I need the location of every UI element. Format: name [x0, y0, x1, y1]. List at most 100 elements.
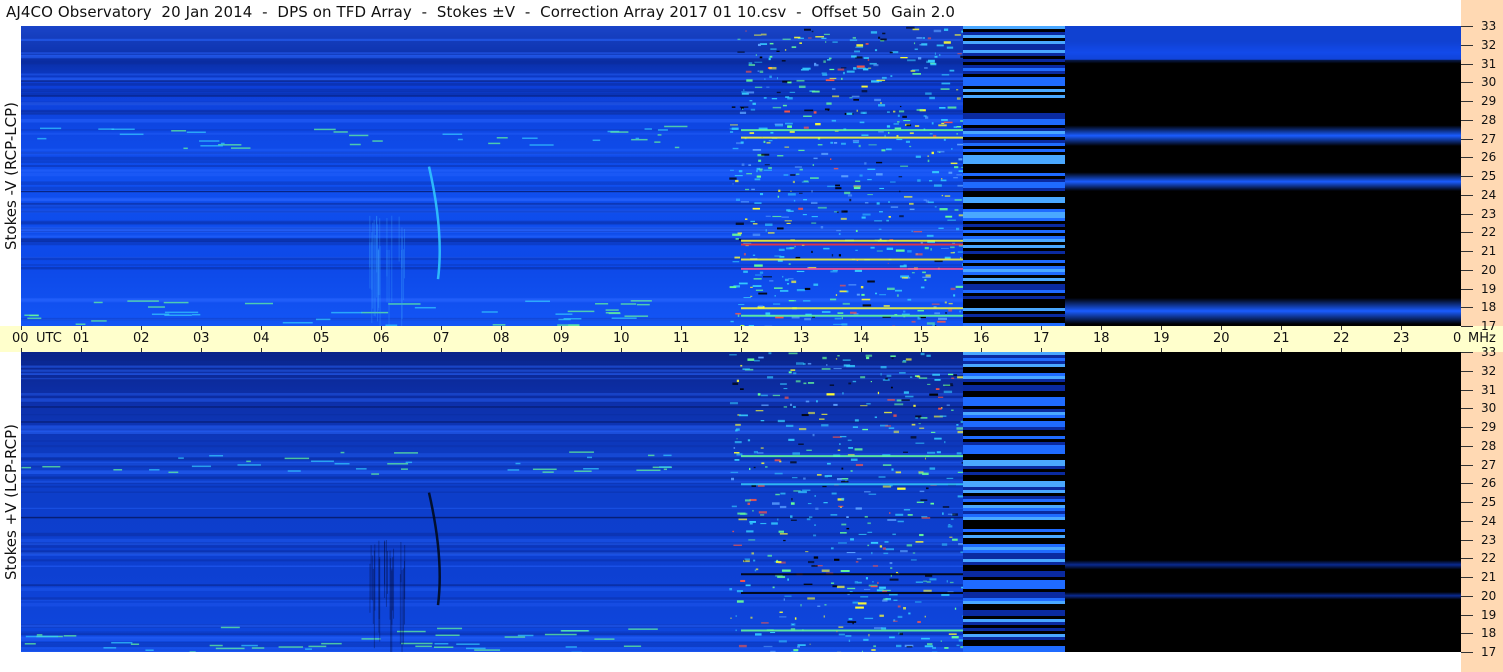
emission-speck — [941, 593, 950, 596]
emission-speck — [913, 404, 916, 407]
emission-speck — [738, 170, 743, 173]
emission-speck — [894, 403, 904, 406]
emission-speck — [745, 584, 751, 587]
emission-speck — [932, 373, 940, 376]
emission-streak — [664, 125, 688, 128]
emission-speck — [791, 46, 797, 49]
emission-speck — [837, 312, 844, 314]
emission-speck — [926, 234, 934, 237]
frequency-tick — [1461, 26, 1473, 27]
frequency-tick — [1461, 577, 1473, 578]
emission-speck — [836, 477, 842, 481]
frequency-tick-label: 26 — [1481, 476, 1497, 491]
emission-speck — [929, 133, 933, 135]
emission-speck — [779, 616, 787, 618]
frequency-band — [21, 517, 1065, 519]
emission-speck — [917, 317, 921, 320]
emission-speck — [861, 85, 868, 88]
emission-speck — [930, 248, 932, 251]
frequency-tick-label: 32 — [1481, 363, 1497, 378]
emission-streak — [674, 146, 680, 149]
emission-streak — [663, 454, 672, 457]
emission-speck — [848, 618, 853, 620]
sweep-stripe — [963, 128, 1065, 131]
sweep-stripe — [963, 508, 1065, 511]
emission-speck — [760, 33, 767, 36]
emission-speck — [753, 278, 762, 280]
sweep-stripe — [963, 490, 1065, 493]
sweep-stripe — [963, 439, 1065, 442]
emission-speck — [918, 471, 924, 473]
emission-speck — [855, 561, 859, 563]
emission-speck — [778, 530, 784, 533]
frequency-tick-label: 27 — [1481, 457, 1497, 472]
emission-speck — [944, 195, 951, 197]
emission-speck — [784, 146, 790, 148]
emission-speck — [788, 371, 792, 374]
emission-speck — [929, 393, 939, 396]
emission-streak — [400, 642, 433, 645]
emission-speck — [924, 645, 934, 648]
emission-speck — [796, 270, 805, 273]
emission-speck — [804, 318, 811, 321]
sweep-stripe — [963, 29, 1065, 32]
emission-speck — [752, 509, 754, 512]
frequency-band — [21, 597, 1065, 601]
time-tick-label: 10 — [613, 331, 630, 346]
time-tick — [261, 326, 262, 330]
emission-speck — [861, 650, 863, 652]
frequency-tick — [1461, 595, 1473, 597]
emission-speck — [948, 302, 953, 305]
emission-speck — [895, 571, 899, 574]
sweep-stripe — [963, 257, 1065, 260]
emission-speck — [813, 556, 819, 559]
emission-speck — [757, 43, 761, 47]
emission-streak — [741, 258, 963, 261]
sweep-stripe — [963, 583, 1065, 586]
emission-speck — [918, 377, 928, 379]
emission-streak — [517, 634, 534, 637]
sweep-stripe — [963, 424, 1065, 427]
emission-speck — [884, 411, 892, 414]
frequency-tick-label: 33 — [1481, 19, 1497, 33]
emission-speck — [950, 518, 954, 520]
emission-speck — [846, 527, 850, 530]
emission-streak — [659, 466, 672, 468]
emission-speck — [743, 89, 745, 92]
sweep-stripe — [963, 95, 1065, 98]
sweep-stripe — [963, 269, 1065, 272]
frequency-band — [21, 318, 1065, 320]
sweep-stripe — [963, 637, 1065, 640]
emission-speck — [897, 615, 903, 619]
emission-speck — [770, 631, 776, 634]
emission-speck — [943, 28, 949, 31]
emission-speck — [896, 138, 903, 141]
emission-streak — [741, 243, 963, 246]
frequency-tick — [1461, 370, 1473, 372]
emission-speck — [836, 585, 845, 589]
sweep-stripe — [963, 80, 1065, 83]
emission-streak — [127, 300, 159, 302]
emission-speck — [939, 415, 947, 417]
emission-speck — [783, 174, 789, 176]
time-tick-label: 16 — [973, 331, 990, 346]
frequency-tick — [1461, 445, 1473, 447]
sweep-stripe — [963, 62, 1065, 65]
emission-speck — [868, 144, 877, 146]
emission-speck — [840, 217, 847, 220]
emission-speck — [854, 448, 863, 451]
emission-speck — [748, 63, 756, 67]
emission-speck — [729, 588, 733, 591]
emission-speck — [941, 194, 944, 197]
emission-speck — [832, 585, 838, 588]
emission-streak — [610, 131, 629, 133]
frequency-band — [21, 636, 1065, 639]
emission-speck — [855, 507, 862, 510]
emission-speck — [735, 222, 744, 225]
sweep-stripe — [963, 622, 1065, 625]
emission-speck — [780, 383, 787, 385]
emission-speck — [763, 97, 767, 99]
sweep-stripe — [963, 212, 1065, 215]
time-tick-label: 13 — [793, 331, 810, 346]
frequency-tick — [1461, 352, 1473, 353]
